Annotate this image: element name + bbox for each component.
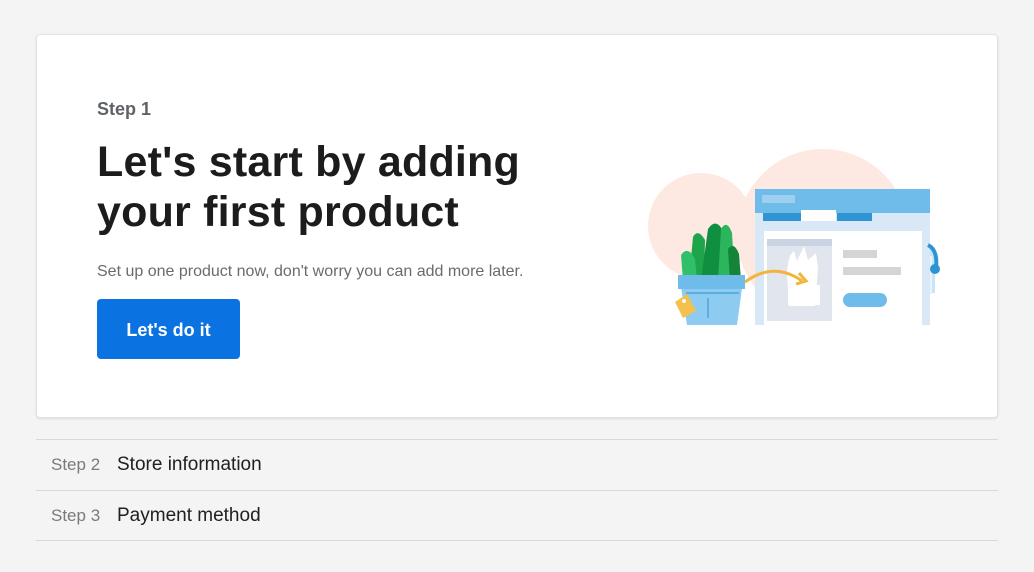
product-listing-illustration-icon bbox=[638, 135, 941, 335]
step-number: Step 2 bbox=[51, 455, 101, 474]
page-title: Let's start by adding your first product bbox=[97, 138, 520, 236]
list-item-payment-method[interactable]: Step 3 Payment method bbox=[36, 490, 998, 541]
onboarding-card: Step 1 Let's start by adding your first … bbox=[36, 34, 998, 418]
setup-steps-list: Step 2 Store information Step 3 Payment … bbox=[36, 439, 998, 541]
step-number: Step 3 bbox=[51, 505, 101, 525]
lets-do-it-button[interactable]: Let's do it bbox=[97, 299, 240, 359]
step-label: Step 1 bbox=[97, 99, 152, 119]
page: Step 1 Let's start by adding your first … bbox=[0, 0, 1034, 572]
hero-content: Step 1 Let's start by adding your first … bbox=[97, 97, 617, 359]
list-item-store-information[interactable]: Step 2 Store information bbox=[36, 439, 998, 490]
step-title: Store information bbox=[117, 454, 262, 475]
hero-subtext: Set up one product now, don't worry you … bbox=[97, 263, 524, 280]
step-title: Payment method bbox=[117, 504, 261, 526]
